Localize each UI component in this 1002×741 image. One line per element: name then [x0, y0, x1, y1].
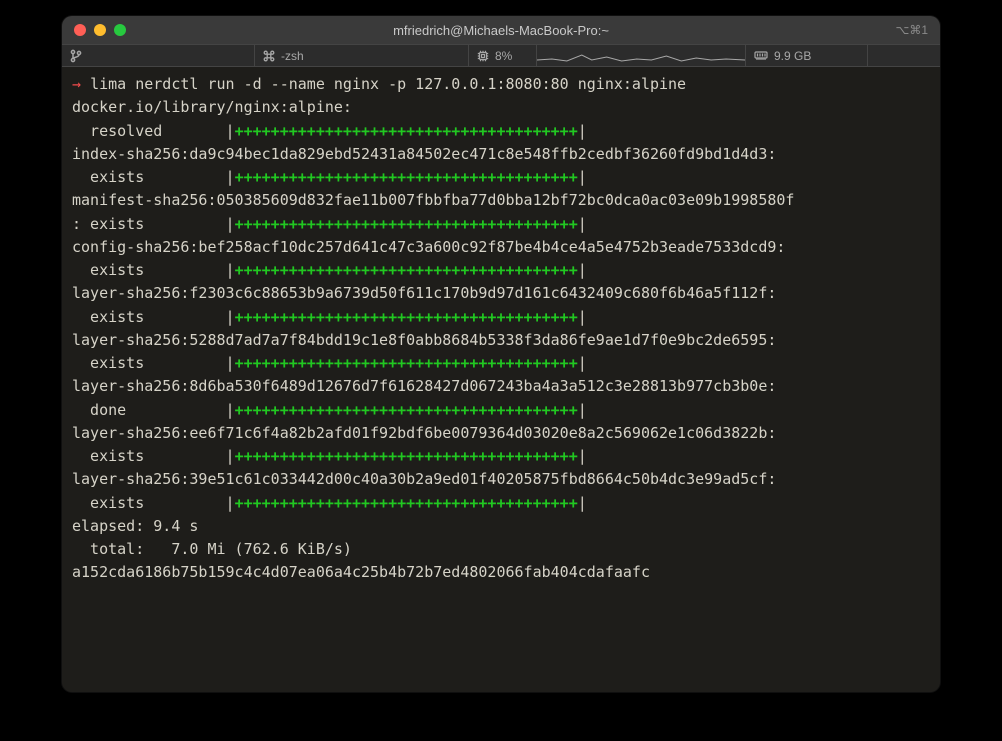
status-memory[interactable]: 9.9 GB — [746, 45, 868, 66]
close-window-button[interactable] — [74, 24, 86, 36]
status-cpu[interactable]: 8% — [469, 45, 537, 66]
status-spacer — [868, 45, 940, 66]
minimize-window-button[interactable] — [94, 24, 106, 36]
command-icon — [263, 50, 275, 62]
status-shell-label: -zsh — [281, 49, 304, 63]
terminal-output[interactable]: → lima nerdctl run -d --name nginx -p 12… — [62, 67, 940, 692]
git-branch-icon — [70, 49, 82, 63]
status-cpu-label: 8% — [495, 49, 512, 63]
memory-icon — [754, 51, 768, 61]
cpu-icon — [477, 50, 489, 62]
window-shortcut: ⌥⌘1 — [895, 23, 928, 37]
zoom-window-button[interactable] — [114, 24, 126, 36]
titlebar[interactable]: mfriedrich@Michaels-MacBook-Pro:~ ⌥⌘1 — [62, 16, 940, 44]
traffic-lights — [62, 24, 126, 36]
terminal-window: mfriedrich@Michaels-MacBook-Pro:~ ⌥⌘1 — [62, 16, 940, 692]
status-shell[interactable]: -zsh — [255, 45, 469, 66]
sparkline-icon — [537, 45, 745, 66]
status-memory-label: 9.9 GB — [774, 49, 811, 63]
window-title: mfriedrich@Michaels-MacBook-Pro:~ — [62, 23, 940, 38]
status-bar: -zsh 8% — [62, 44, 940, 67]
status-cpu-graph — [537, 45, 746, 66]
status-branch[interactable] — [62, 45, 255, 66]
